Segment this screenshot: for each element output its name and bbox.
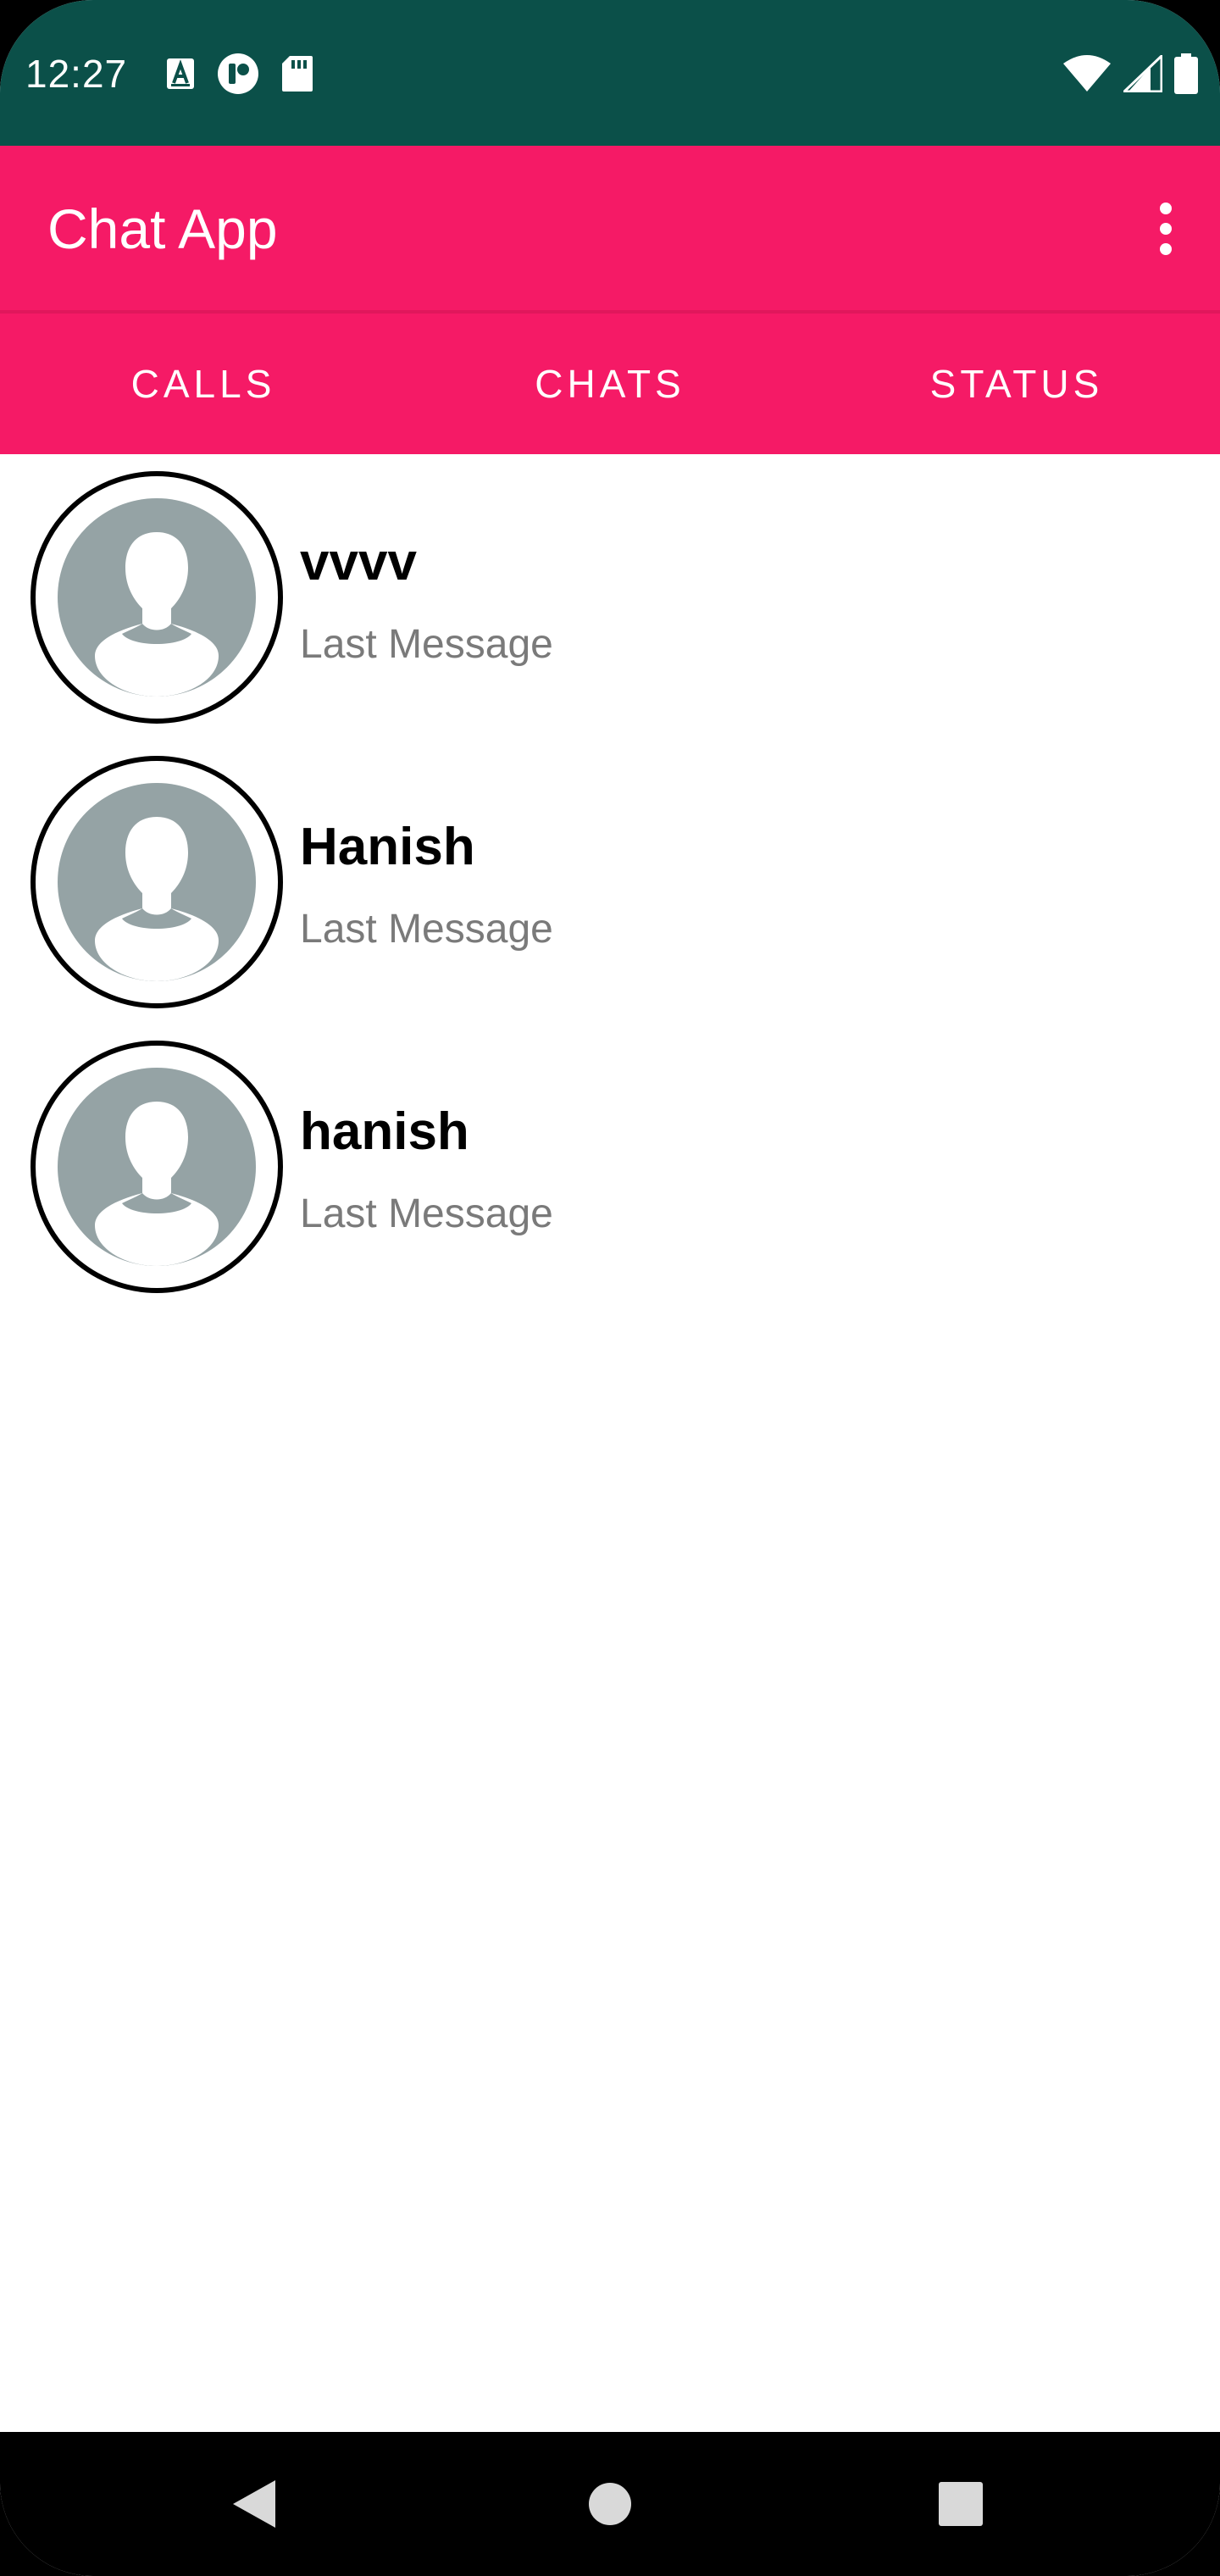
status-bar: 12:27 [0,0,1220,146]
sd-card-icon [281,55,313,92]
status-left-icons [166,53,313,95]
battery-icon [1174,53,1198,94]
chat-list: vvvv Last Message Hanish Last Message ha… [0,454,1220,1308]
home-icon [589,2483,631,2525]
back-button[interactable] [169,2432,339,2576]
font-a-icon [166,58,195,90]
chat-name: vvvv [300,533,417,591]
tab-calls[interactable]: CALLS [0,314,407,454]
device-screen: 12:27 Chat App CALLS CHATS STATUS vvvv L… [0,0,1220,2576]
status-time: 12:27 [25,52,128,96]
default-avatar-icon [58,783,256,981]
chat-list-item[interactable]: Hanish Last Message [0,739,1220,1024]
chat-list-item[interactable]: vvvv Last Message [0,454,1220,739]
tab-status-label: STATUS [929,362,1104,406]
navigation-bar [0,2432,1220,2576]
default-avatar-icon [58,498,256,697]
avatar [30,471,283,724]
recents-button[interactable] [876,2432,1045,2576]
avatar [30,1041,283,1293]
tab-chats[interactable]: CHATS [407,314,813,454]
chat-last-message: Last Message [300,622,553,667]
app-bar: Chat App [0,146,1220,312]
status-right-icons [1062,53,1198,95]
home-button[interactable] [525,2432,695,2576]
recents-icon [939,2482,983,2526]
more-vert-icon [1160,203,1172,255]
app-title: Chat App [47,197,278,260]
tab-status[interactable]: STATUS [813,314,1220,454]
avatar [30,756,283,1008]
cell-signal-icon [1123,55,1162,92]
chat-name: hanish [300,1102,469,1161]
tab-chats-label: CHATS [535,362,685,406]
chat-name: Hanish [300,818,475,876]
chat-list-item[interactable]: hanish Last Message [0,1024,1220,1308]
tab-calls-label: CALLS [130,362,276,406]
tab-bar: CALLS CHATS STATUS [0,314,1220,454]
media-app-icon [217,53,259,95]
overflow-menu-button[interactable] [1135,185,1196,273]
chat-last-message: Last Message [300,907,553,952]
back-icon [233,2480,275,2528]
default-avatar-icon [58,1068,256,1266]
chat-last-message: Last Message [300,1191,553,1236]
wifi-icon [1062,55,1112,92]
